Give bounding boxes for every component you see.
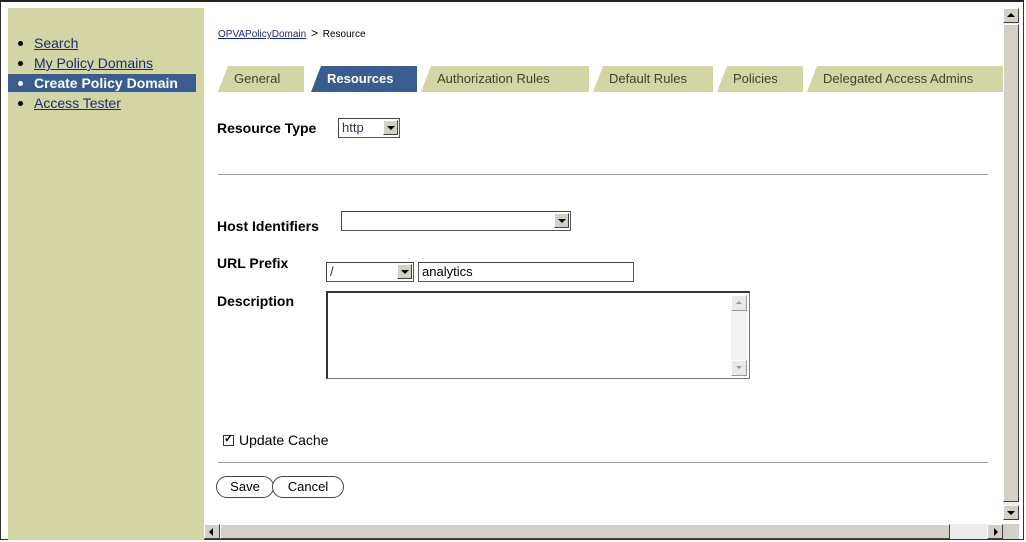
tab-delegated-access-admins[interactable]: Delegated Access Admins [807, 66, 1004, 92]
tab-general[interactable]: General [218, 66, 304, 92]
host-identifiers-select[interactable] [341, 211, 571, 231]
tab-bar: General Resources Authorization Rules De… [218, 66, 1004, 94]
resource-type-value: http [342, 120, 364, 135]
bullet-icon [18, 61, 23, 66]
horizontal-scrollbar[interactable] [204, 524, 1003, 539]
scroll-up-icon[interactable] [1003, 8, 1019, 23]
url-prefix-select-value: / [330, 264, 334, 279]
url-prefix-label: URL Prefix [217, 255, 289, 271]
nav-list: Search My Policy Domains Create Policy D… [8, 34, 204, 114]
left-nav: Search My Policy Domains Create Policy D… [8, 8, 204, 540]
scroll-up-icon[interactable] [731, 295, 747, 311]
tab-policies[interactable]: Policies [717, 66, 803, 92]
chevron-down-icon[interactable] [554, 213, 569, 228]
breadcrumb-link-policy-domain[interactable]: OPVAPolicyDomain [218, 29, 306, 40]
url-prefix-input[interactable]: analytics [418, 262, 634, 282]
scroll-down-icon[interactable] [731, 360, 747, 376]
cancel-button[interactable]: Cancel [272, 476, 344, 498]
scroll-left-icon[interactable] [204, 524, 220, 539]
textarea-scrollbar[interactable] [731, 295, 747, 376]
description-textarea[interactable] [326, 291, 750, 379]
main-content: OPVAPolicyDomain > Resource General Reso… [204, 8, 1004, 520]
nav-link-create-policy-domain[interactable]: Create Policy Domain [34, 75, 178, 91]
breadcrumb-current: Resource [322, 29, 366, 40]
breadcrumb: OPVAPolicyDomain > Resource [218, 26, 366, 40]
resource-type-label: Resource Type [217, 120, 317, 136]
vertical-scrollbar[interactable] [1003, 8, 1019, 520]
description-label: Description [217, 293, 295, 309]
nav-link-search[interactable]: Search [34, 35, 78, 51]
nav-item-access-tester[interactable]: Access Tester [8, 94, 204, 112]
scroll-thumb[interactable] [220, 524, 950, 539]
nav-item-my-policy-domains[interactable]: My Policy Domains [8, 54, 204, 72]
scroll-thumb[interactable] [1003, 24, 1019, 502]
bullet-icon [18, 41, 23, 46]
tab-default-rules[interactable]: Default Rules [593, 66, 713, 92]
divider [218, 174, 988, 175]
tab-resources[interactable]: Resources [311, 66, 417, 92]
nav-link-access-tester[interactable]: Access Tester [34, 95, 121, 111]
nav-link-my-policy-domains[interactable]: My Policy Domains [34, 55, 153, 71]
divider [218, 462, 988, 463]
update-cache-checkbox[interactable] [223, 432, 234, 446]
save-button[interactable]: Save [216, 476, 274, 498]
nav-item-create-policy-domain[interactable]: Create Policy Domain [8, 74, 196, 92]
update-cache-label: Update Cache [239, 432, 329, 448]
scroll-down-icon[interactable] [1003, 505, 1019, 520]
chevron-down-icon[interactable] [397, 264, 412, 279]
scroll-right-icon[interactable] [987, 524, 1003, 539]
bullet-icon [18, 101, 23, 106]
url-prefix-select[interactable]: / [326, 262, 414, 282]
resource-type-select[interactable]: http [338, 118, 400, 138]
host-identifiers-label: Host Identifiers [217, 218, 319, 234]
bullet-icon [18, 81, 23, 86]
breadcrumb-separator: > [310, 26, 318, 40]
tab-authorization-rules[interactable]: Authorization Rules [421, 66, 589, 92]
nav-item-search[interactable]: Search [8, 34, 204, 52]
scrollbar-corner [1003, 524, 1019, 539]
chevron-down-icon[interactable] [383, 120, 398, 135]
